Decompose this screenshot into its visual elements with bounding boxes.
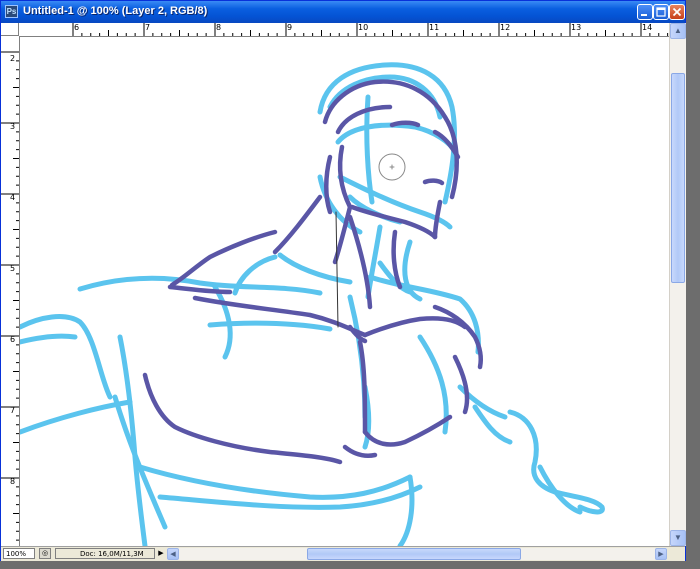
ruler-label: 8 (10, 477, 16, 486)
status-menu-arrow[interactable]: ▶ (156, 548, 166, 559)
scroll-up-button[interactable]: ▲ (670, 23, 686, 39)
ruler-label: 6 (74, 23, 80, 32)
vertical-scrollbar[interactable]: ▲ ▼ (669, 23, 686, 546)
vertical-ruler-ticks (1, 51, 19, 541)
ruler-label: 14 (642, 23, 653, 32)
ruler-label: 13 (571, 23, 582, 32)
ruler-label: 12 (500, 23, 511, 32)
scroll-down-button[interactable]: ▼ (670, 530, 686, 546)
vertical-scroll-thumb[interactable] (671, 73, 685, 283)
sketch-artwork (20, 62, 605, 546)
scroll-left-button[interactable]: ◀ (167, 548, 179, 560)
maximize-icon (656, 7, 666, 17)
document-icon[interactable]: ◎ (39, 548, 51, 559)
ruler-origin[interactable] (1, 23, 19, 36)
ruler-label: 9 (287, 23, 293, 32)
maximize-button[interactable] (653, 4, 669, 20)
window-title: Untitled-1 @ 100% (Layer 2, RGB/8) (23, 5, 208, 17)
vertical-ruler[interactable]: 2 3 4 5 6 7 8 (1, 36, 20, 546)
status-bar: 100% ◎ Doc: 16,0M/11,3M ▶ ◀ ▶ (1, 546, 685, 561)
ruler-label: 7 (10, 406, 16, 415)
ruler-label: 5 (10, 264, 16, 273)
close-button[interactable] (669, 4, 685, 20)
horizontal-ruler[interactable]: 6 7 8 9 10 11 12 13 14 (19, 23, 669, 37)
close-icon (672, 7, 682, 17)
scroll-right-button[interactable]: ▶ (655, 548, 667, 560)
title-bar[interactable]: Ps Untitled-1 @ 100% (Layer 2, RGB/8) (1, 1, 685, 23)
horizontal-scrollbar[interactable]: ◀ ▶ (167, 548, 667, 560)
ruler-label: 4 (10, 193, 16, 202)
ruler-label: 3 (10, 122, 16, 131)
zoom-level-field[interactable]: 100% (3, 548, 35, 559)
photoshop-icon[interactable]: Ps (5, 5, 18, 18)
ruler-label: 11 (429, 23, 440, 32)
ruler-label: 7 (145, 23, 151, 32)
minimize-button[interactable] (637, 4, 653, 20)
light-sketch-strokes (20, 62, 605, 546)
document-size-info: Doc: 16,0M/11,3M (55, 548, 155, 559)
ruler-label: 8 (216, 23, 222, 32)
drawing-canvas[interactable] (20, 37, 669, 546)
ruler-label: 6 (10, 335, 16, 344)
ruler-label: 2 (10, 54, 16, 63)
minimize-icon (641, 14, 647, 16)
document-window: Ps Untitled-1 @ 100% (Layer 2, RGB/8) 6 … (0, 0, 686, 561)
horizontal-scroll-thumb[interactable] (307, 548, 521, 560)
ruler-label: 10 (358, 23, 369, 32)
